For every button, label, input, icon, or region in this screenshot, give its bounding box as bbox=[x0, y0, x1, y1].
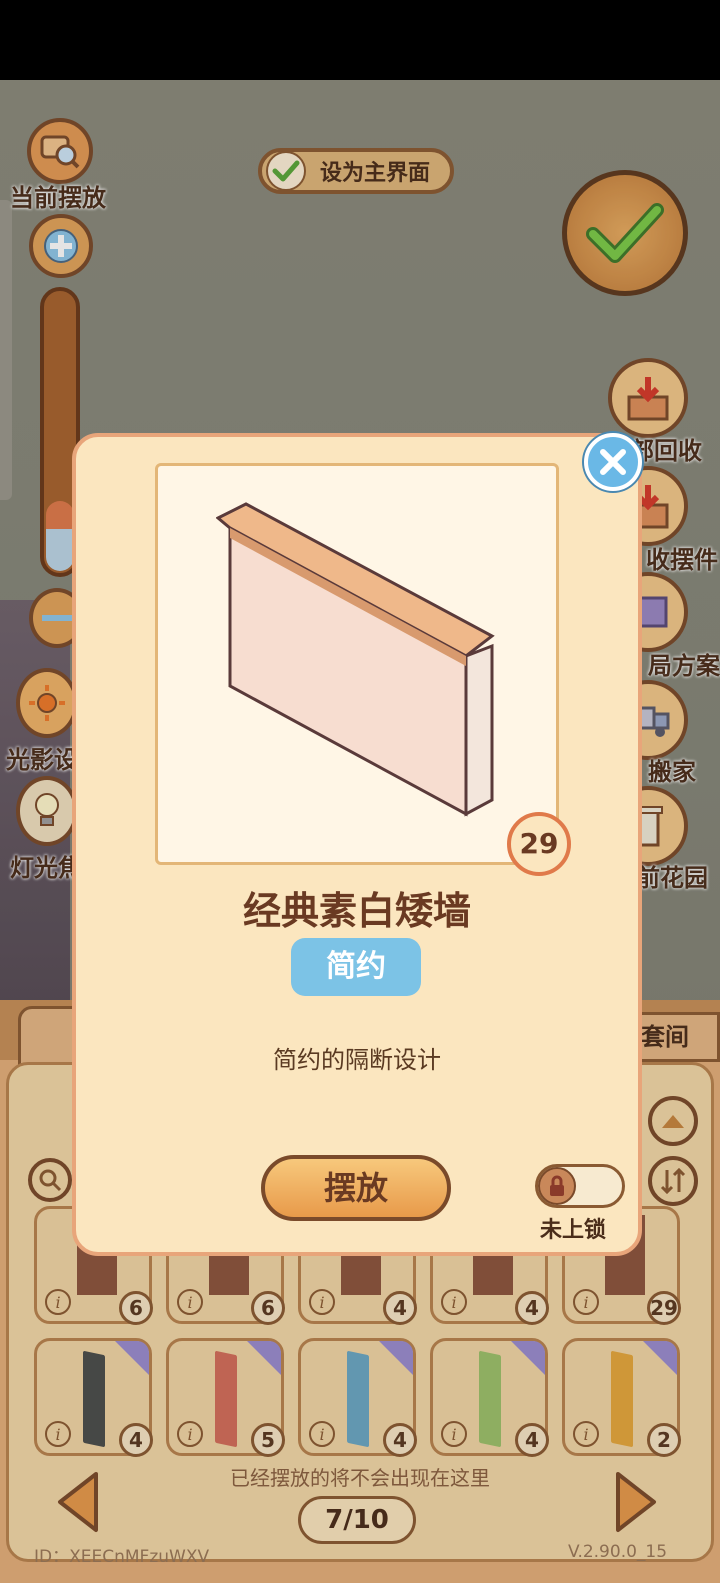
low-wall-image bbox=[216, 502, 495, 817]
close-button[interactable] bbox=[584, 433, 642, 491]
lock-icon bbox=[538, 1167, 576, 1205]
status-bar bbox=[0, 0, 720, 80]
close-icon bbox=[600, 449, 626, 475]
item-count-badge: 29 bbox=[507, 812, 571, 876]
style-tag: 简约 bbox=[291, 938, 421, 996]
item-preview-frame bbox=[155, 463, 559, 865]
item-description: 简约的隔断设计 bbox=[273, 1046, 441, 1074]
lock-status-label: 未上锁 bbox=[540, 1218, 607, 1243]
item-name: 经典素白矮墙 bbox=[242, 889, 471, 933]
lock-toggle[interactable] bbox=[535, 1164, 625, 1208]
place-button[interactable]: 摆放 bbox=[261, 1155, 451, 1221]
